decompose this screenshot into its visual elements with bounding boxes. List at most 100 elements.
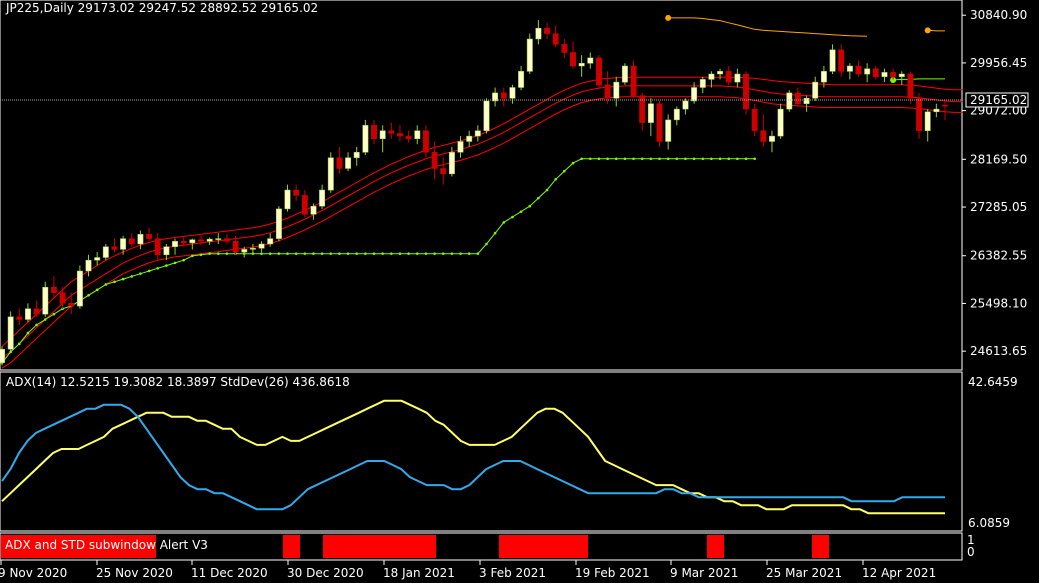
lower-stop-dot — [588, 157, 592, 161]
candle-body — [440, 168, 447, 175]
price-axis-label: 28169.50 — [970, 152, 1027, 166]
candle-body — [120, 238, 127, 250]
candle-body — [630, 65, 637, 96]
alert-axis-label-bottom: 0 — [967, 545, 975, 559]
current-price-label: 29165.02 — [970, 93, 1027, 107]
candle-body — [751, 108, 758, 131]
candle-body — [725, 71, 732, 83]
lower-stop-dot — [407, 252, 410, 256]
candle-body — [526, 38, 533, 72]
candle-body — [708, 73, 715, 80]
candle-body — [561, 44, 568, 53]
candle-body — [50, 286, 57, 293]
alert-header: ADX and STD subwindow Alert V3 — [5, 538, 208, 552]
price-axis-label: 30840.90 — [970, 8, 1027, 22]
lower-stop-dot — [182, 258, 185, 262]
lower-stop-dot — [467, 252, 471, 256]
alert-bar — [283, 535, 300, 558]
candle-body — [820, 71, 827, 83]
time-axis-label: 3 Feb 2021 — [479, 566, 546, 580]
candle-body — [258, 243, 265, 249]
candle-body — [293, 189, 300, 196]
candle-body — [249, 248, 256, 250]
lower-stop-dot — [225, 252, 229, 256]
candle-body — [777, 108, 784, 137]
candle-body — [587, 57, 594, 64]
candle-body — [379, 130, 386, 140]
lower-stop-dot — [398, 252, 402, 256]
lower-stop-dot — [35, 323, 38, 327]
alert-bar — [707, 535, 724, 558]
lower-stop-dot — [208, 252, 211, 256]
candle-body — [665, 119, 672, 142]
lower-stop-dot — [52, 312, 56, 316]
lower-stop-dot — [277, 252, 281, 256]
candle-body — [544, 27, 551, 34]
lower-stop-dot — [502, 221, 506, 224]
lower-stop-dot — [684, 157, 687, 161]
lower-stop-dot — [753, 157, 756, 161]
lower-stop-dot — [666, 157, 670, 161]
lower-stop-dot — [545, 188, 549, 192]
candle-body — [94, 257, 101, 261]
candle-body — [0, 348, 5, 363]
candle-body — [466, 135, 473, 142]
lower-stop-dot — [658, 157, 661, 161]
lower-stop-dot — [312, 252, 315, 256]
candle-body — [241, 249, 248, 253]
lower-stop-dot — [485, 242, 488, 246]
lower-stop-dot — [640, 157, 644, 161]
candle-body — [613, 81, 620, 99]
time-axis-label: 9 Nov 2020 — [0, 566, 67, 580]
price-axis-label: 29956.45 — [970, 56, 1027, 70]
candle-body — [189, 239, 196, 244]
time-axis-label: 9 Mar 2021 — [670, 566, 738, 580]
candle-body — [699, 79, 706, 88]
adx-axis-label-bottom: 6.0859 — [968, 516, 1010, 530]
candle-body — [578, 63, 585, 67]
time-axis-label: 12 Apr 2021 — [862, 566, 936, 580]
candle-body — [846, 65, 853, 72]
candle-body — [881, 72, 888, 77]
candle-body — [336, 157, 343, 169]
candle-body — [137, 234, 144, 245]
lower-stop-dot — [294, 252, 298, 256]
candle-body — [362, 125, 369, 153]
candle-body — [102, 246, 109, 258]
candle-body — [760, 130, 767, 142]
candle-body — [812, 81, 819, 99]
candle-body — [457, 141, 464, 153]
candle-body — [111, 246, 118, 250]
time-axis-label: 11 Dec 2020 — [191, 566, 268, 580]
lower-stop-dot — [147, 269, 151, 273]
lower-stop-dot — [338, 252, 341, 256]
time-axis-label: 19 Feb 2021 — [575, 566, 650, 580]
candle-body — [301, 195, 308, 215]
candle-body — [448, 152, 455, 175]
lower-stop-dot — [571, 161, 575, 165]
lower-stop-dot — [173, 261, 177, 265]
lower-stop-dot — [528, 204, 532, 208]
lower-stop-dot — [113, 280, 116, 284]
candle-body — [180, 241, 187, 244]
candle-body — [42, 286, 49, 315]
candle-body — [128, 238, 135, 245]
lower-stop-dot — [381, 252, 384, 256]
chart-canvas[interactable]: JP225,Daily 29173.02 29247.52 28892.52 2… — [0, 0, 1039, 583]
candle-body — [388, 130, 395, 134]
lower-stop-dot — [390, 252, 393, 256]
lower-stop-dot — [450, 252, 454, 256]
lower-stop-dot — [718, 157, 722, 161]
lower-stop-dot — [268, 252, 272, 256]
alert-bar — [499, 535, 588, 558]
candle-body — [838, 49, 845, 72]
candle-body — [68, 303, 75, 307]
candle-body — [942, 104, 948, 107]
alert-bar — [812, 535, 829, 558]
time-axis-label: 25 Nov 2020 — [96, 566, 173, 580]
candle-body — [198, 239, 204, 242]
lower-stop-dot — [372, 252, 376, 256]
lower-stop-dot — [364, 252, 367, 256]
candle-body — [717, 71, 724, 75]
lower-stop-dot — [260, 252, 263, 256]
